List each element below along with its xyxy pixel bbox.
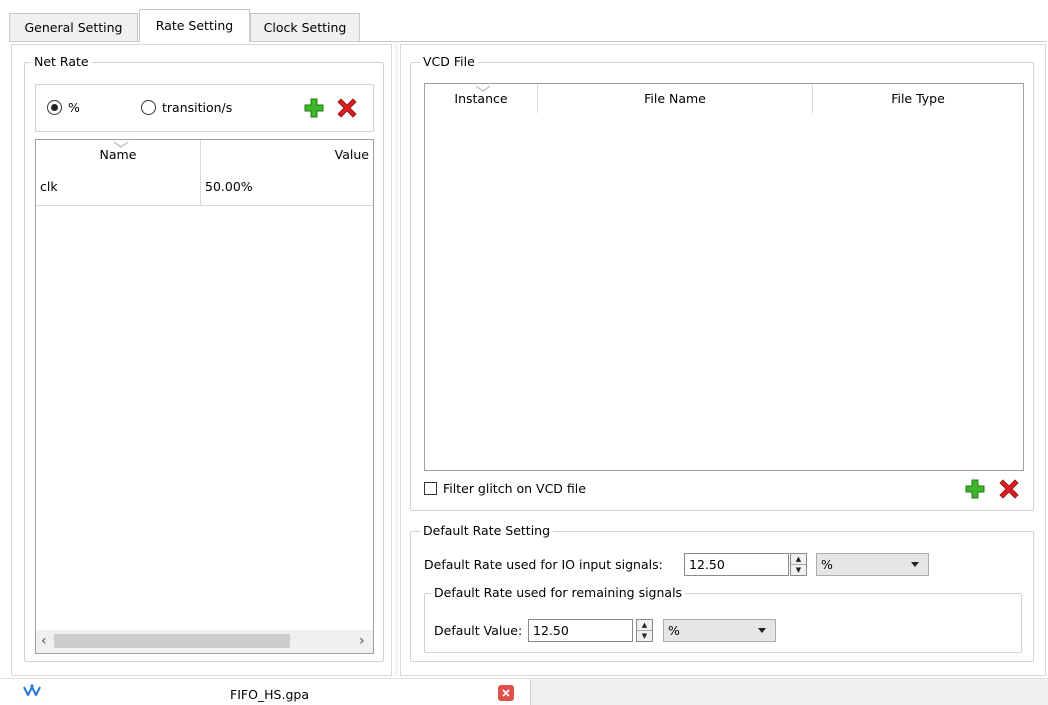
io-rate-stepper[interactable]: ▲ ▼	[790, 553, 807, 576]
radio-transition[interactable]: transition/s	[141, 100, 232, 115]
column-label: Instance	[454, 91, 508, 106]
io-rate-unit-select[interactable]: %	[816, 553, 929, 576]
plus-icon[interactable]	[303, 97, 325, 119]
column-header-name[interactable]: Name	[36, 140, 200, 169]
io-rate-input[interactable]: 12.50	[684, 553, 789, 576]
checkbox-box[interactable]	[424, 482, 437, 495]
column-header-value[interactable]: Value	[201, 140, 369, 169]
default-value-unit-value: %	[668, 623, 680, 638]
remaining-signals-title: Default Rate used for remaining signals	[431, 585, 686, 601]
radio-transition-label: transition/s	[162, 100, 233, 115]
close-icon[interactable]	[498, 685, 514, 701]
cell-value: 50.00%	[205, 179, 253, 194]
net-rate-table: Name Value clk 50.00% ‹ ›	[35, 139, 374, 654]
tab-rate-setting[interactable]: Rate Setting	[139, 9, 250, 42]
column-header-file-type[interactable]: File Type	[813, 84, 1023, 113]
tab-strip-empty	[530, 679, 1048, 705]
scroll-right-icon[interactable]: ›	[359, 633, 365, 649]
io-rate-label: Default Rate used for IO input signals:	[424, 557, 663, 572]
vcd-file-title: VCD File	[420, 54, 478, 70]
tab-label: General Setting	[24, 20, 123, 35]
tab-label: Rate Setting	[155, 18, 234, 33]
column-header-instance[interactable]: Instance	[425, 84, 537, 113]
column-label: Name	[99, 147, 137, 162]
io-rate-unit-value: %	[821, 557, 833, 572]
x-icon[interactable]	[336, 97, 358, 119]
column-label: File Name	[644, 91, 706, 106]
chevron-down-icon	[911, 562, 919, 567]
radio-percent-indicator[interactable]	[47, 100, 62, 115]
default-value-value: 12.50	[533, 623, 569, 638]
tab-clock-setting[interactable]: Clock Setting	[250, 13, 360, 41]
cell-name: clk	[40, 179, 58, 194]
tab-general-setting[interactable]: General Setting	[9, 13, 138, 41]
footer-divider	[0, 678, 1048, 679]
net-rate-title: Net Rate	[31, 54, 92, 70]
radio-percent-label: %	[68, 100, 80, 115]
chevron-down-icon	[758, 628, 766, 633]
default-rate-title: Default Rate Setting	[420, 523, 554, 539]
table-row[interactable]: clk 50.00%	[36, 169, 373, 206]
scroll-thumb[interactable]	[54, 634, 290, 648]
default-value-unit-select[interactable]: %	[663, 619, 776, 642]
x-icon[interactable]	[998, 478, 1020, 500]
io-rate-value: 12.50	[689, 557, 725, 572]
filter-glitch-label: Filter glitch on VCD file	[443, 481, 586, 496]
horizontal-scrollbar[interactable]: ‹ ›	[36, 630, 373, 653]
logo-icon	[23, 683, 41, 699]
vcd-file-table: Instance File Name File Type	[424, 83, 1024, 471]
splitter[interactable]	[395, 44, 398, 676]
column-header-file-name[interactable]: File Name	[538, 84, 812, 113]
default-value-label: Default Value:	[434, 623, 523, 638]
scroll-left-icon[interactable]: ‹	[41, 633, 47, 649]
filter-glitch-checkbox[interactable]: Filter glitch on VCD file	[424, 481, 586, 496]
default-value-stepper[interactable]: ▲ ▼	[636, 619, 653, 642]
default-value-input[interactable]: 12.50	[528, 619, 633, 642]
column-label: Value	[334, 147, 369, 162]
document-tab-label: FIFO_HS.gpa	[230, 687, 309, 702]
column-label: File Type	[891, 91, 945, 106]
tab-label: Clock Setting	[263, 20, 347, 35]
radio-percent[interactable]: %	[47, 100, 80, 115]
radio-transition-indicator[interactable]	[141, 100, 156, 115]
plus-icon[interactable]	[964, 478, 986, 500]
